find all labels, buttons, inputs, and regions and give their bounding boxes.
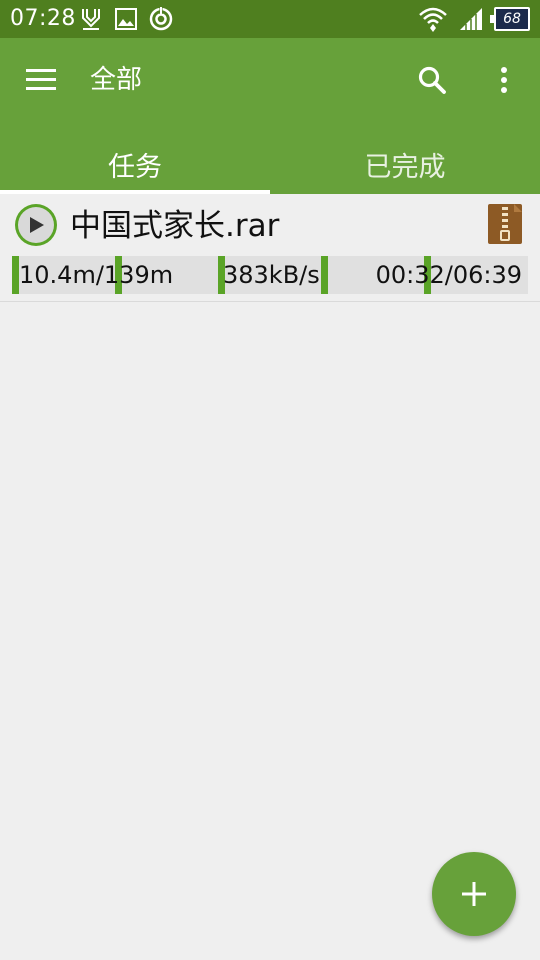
progress-segment-marker: [321, 256, 328, 294]
download-progress-bar: 10.4m/139m 383kB/s 00:32/06:39: [12, 256, 528, 294]
menu-icon[interactable]: [22, 64, 62, 96]
play-button[interactable]: [15, 204, 57, 246]
tab-completed[interactable]: 已完成: [270, 134, 540, 194]
download-notification-icon: [82, 9, 100, 30]
archive-icon: [488, 204, 522, 244]
search-icon[interactable]: [414, 62, 450, 98]
play-icon: [30, 217, 44, 233]
image-notification-icon: [115, 8, 137, 30]
status-time: 07:28: [10, 6, 76, 31]
tab-tasks[interactable]: 任务: [0, 134, 270, 194]
signal-icon: [460, 8, 482, 30]
system-icons: 68: [418, 4, 530, 34]
app-bar: 全部 任务 已完成: [0, 38, 540, 194]
tab-indicator: [0, 190, 270, 194]
battery-icon: 68: [490, 7, 530, 31]
wifi-icon: [419, 7, 447, 32]
task-name: 中国式家长.rar: [70, 208, 280, 244]
notification-icons: [78, 5, 174, 33]
page-title: 全部: [90, 65, 143, 95]
add-task-button[interactable]: [432, 852, 516, 936]
play-button-inner: [18, 207, 54, 243]
downloaded-size: 10.4m/139m: [19, 261, 174, 289]
download-speed: 383kB/s: [223, 261, 320, 289]
plus-icon: [462, 882, 486, 906]
download-time: 00:32/06:39: [375, 261, 522, 289]
task-list-item[interactable]: 中国式家长.rar 10.4m/139m 383kB/s 00:32/06:39: [0, 198, 540, 302]
tab-completed-label: 已完成: [364, 151, 446, 183]
sync-notification-icon: [149, 7, 173, 31]
battery-level: 68: [503, 11, 521, 27]
more-options-icon[interactable]: [490, 62, 518, 98]
tab-tasks-label: 任务: [108, 151, 162, 183]
status-bar: 07:28 68: [0, 0, 540, 38]
tab-bar: 任务 已完成: [0, 134, 540, 194]
progress-segment-marker: [12, 256, 19, 294]
